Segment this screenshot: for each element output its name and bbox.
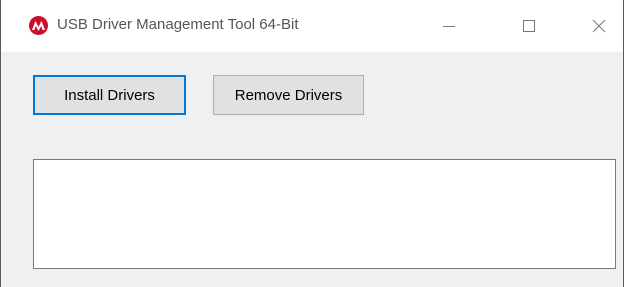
- close-button[interactable]: [573, 0, 623, 52]
- install-drivers-button[interactable]: Install Drivers: [33, 75, 186, 115]
- remove-drivers-button[interactable]: Remove Drivers: [213, 75, 364, 115]
- title-bar[interactable]: USB Driver Management Tool 64-Bit: [1, 0, 623, 52]
- window-title: USB Driver Management Tool 64-Bit: [57, 16, 299, 33]
- maximize-icon: [522, 19, 536, 33]
- main-window: USB Driver Management Tool 64-Bit Instal…: [0, 0, 624, 287]
- minimize-button[interactable]: [423, 0, 475, 52]
- close-icon: [592, 19, 606, 33]
- microchip-logo-icon: [29, 16, 48, 35]
- maximize-button[interactable]: [503, 0, 555, 52]
- output-textbox[interactable]: [33, 159, 616, 269]
- minimize-icon: [442, 19, 456, 33]
